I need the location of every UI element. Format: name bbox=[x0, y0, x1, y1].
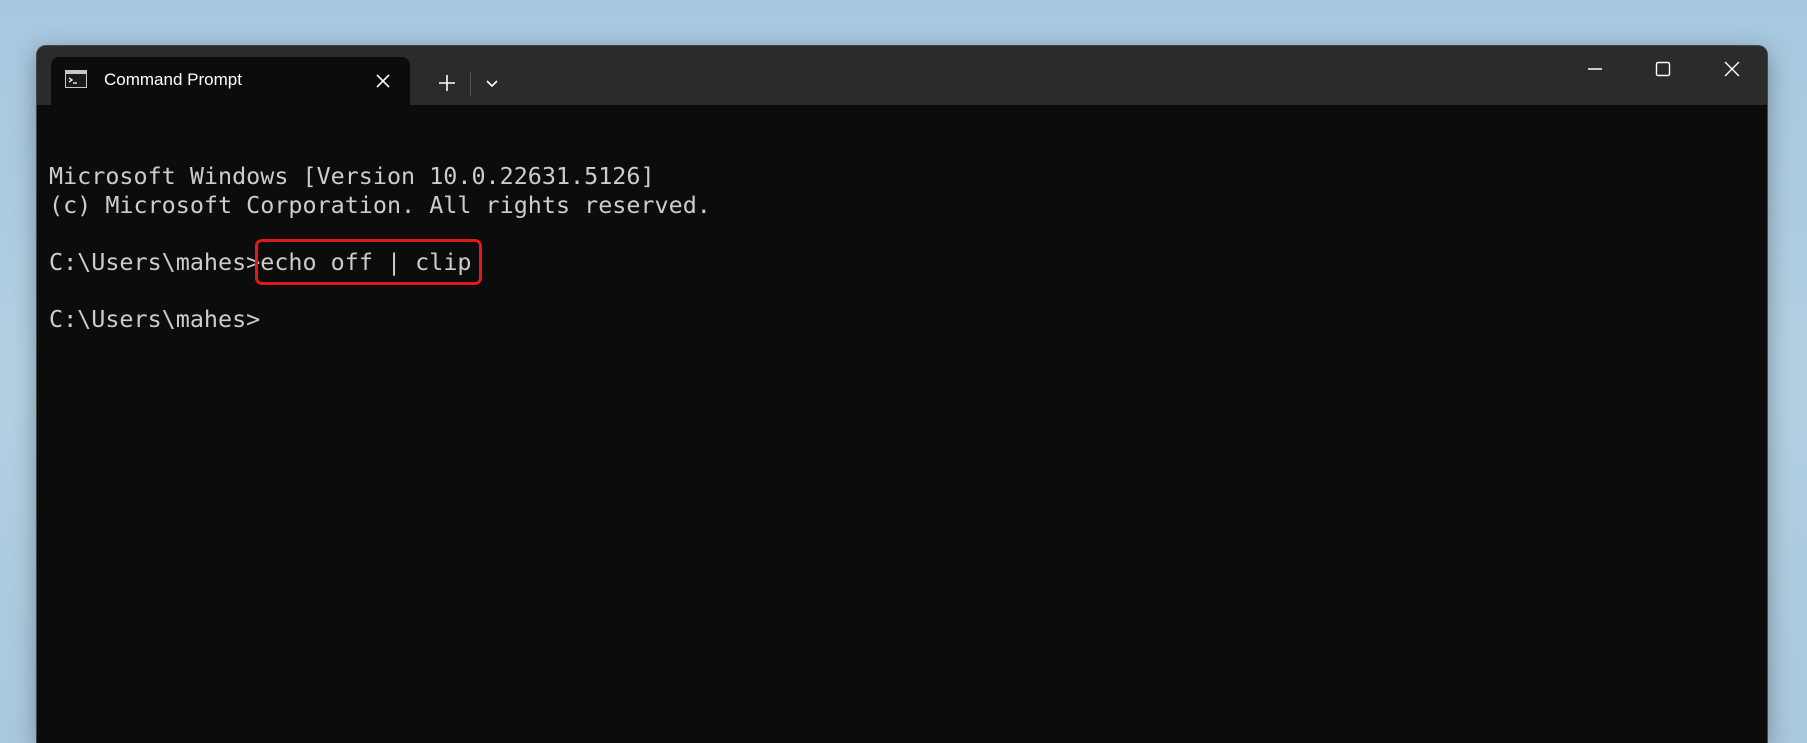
terminal-icon bbox=[65, 70, 87, 88]
banner-line-version: Microsoft Windows [Version 10.0.22631.51… bbox=[49, 162, 655, 190]
tab-title: Command Prompt bbox=[104, 70, 242, 89]
command-line-2: C:\Users\mahes> bbox=[49, 305, 260, 333]
tab-dropdown-button[interactable] bbox=[474, 66, 510, 100]
prompt-text: C:\Users\mahes> bbox=[49, 248, 261, 276]
close-window-button[interactable] bbox=[1698, 46, 1766, 92]
terminal-window: Command Prompt Microsoft Windows [Versio… bbox=[37, 46, 1767, 743]
new-tab-button[interactable] bbox=[429, 66, 465, 100]
title-bar: Command Prompt bbox=[37, 46, 1767, 105]
command-line-1: C:\Users\mahes>echo off | clip bbox=[49, 239, 482, 285]
minimize-button[interactable] bbox=[1561, 46, 1629, 92]
tab-divider bbox=[470, 72, 471, 96]
close-tab-icon[interactable] bbox=[373, 71, 393, 91]
banner-line-copyright: (c) Microsoft Corporation. All rights re… bbox=[49, 191, 711, 219]
terminal-output[interactable]: Microsoft Windows [Version 10.0.22631.51… bbox=[37, 105, 1767, 743]
plus-icon bbox=[439, 75, 455, 91]
highlighted-command: echo off | clip bbox=[255, 239, 482, 285]
maximize-icon bbox=[1655, 61, 1671, 77]
maximize-button[interactable] bbox=[1629, 46, 1697, 92]
close-icon bbox=[1724, 61, 1740, 77]
prompt-text: C:\Users\mahes> bbox=[49, 305, 261, 333]
chevron-down-icon bbox=[486, 80, 498, 88]
tab-command-prompt[interactable]: Command Prompt bbox=[51, 57, 410, 105]
